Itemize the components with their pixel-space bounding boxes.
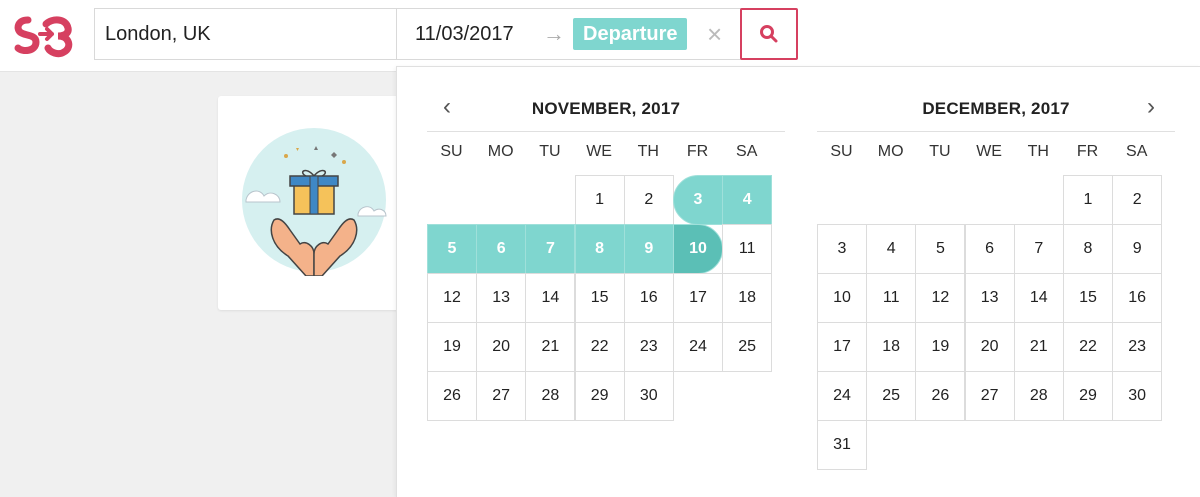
calendar-day[interactable]: 14 <box>1013 273 1064 323</box>
calendar-day[interactable]: 5 <box>427 224 477 274</box>
calendar-day[interactable]: 15 <box>1063 273 1113 323</box>
calendar-day[interactable]: 21 <box>1013 322 1064 372</box>
weekday-header: MO <box>877 143 904 160</box>
month-divider <box>427 131 785 132</box>
calendar-day[interactable]: 4 <box>722 175 773 225</box>
calendar-day[interactable]: 20 <box>476 322 527 372</box>
calendar-day[interactable]: 11 <box>722 224 773 274</box>
date-from-input[interactable]: 11/03/2017 <box>415 23 514 46</box>
calendar-day[interactable]: 22 <box>574 322 625 372</box>
calendar-day[interactable]: 7 <box>1013 224 1064 274</box>
calendar-day[interactable]: 7 <box>525 224 576 274</box>
calendar-day[interactable]: 31 <box>817 420 867 470</box>
weekday-header: FR <box>1076 143 1099 160</box>
departure-field[interactable]: Departure <box>573 18 688 50</box>
calendar-day[interactable]: 9 <box>623 224 674 274</box>
calendar-day[interactable]: 10 <box>673 224 723 274</box>
search-button[interactable] <box>740 8 798 60</box>
clear-dates-icon[interactable]: × <box>707 19 722 49</box>
calendar-day[interactable]: 1 <box>574 175 625 225</box>
calendar-day[interactable]: 13 <box>476 273 527 323</box>
field-divider <box>396 9 397 59</box>
location-input[interactable]: London, UK <box>105 23 211 46</box>
calendar-day[interactable]: 12 <box>915 273 966 323</box>
calendar-day[interactable]: 3 <box>673 175 723 225</box>
calendar-day[interactable]: 8 <box>574 224 625 274</box>
calendar-day[interactable]: 9 <box>1112 224 1163 274</box>
weekday-header: SA <box>736 143 758 160</box>
calendar-day[interactable]: 24 <box>673 322 723 372</box>
calendar-day[interactable]: 29 <box>574 371 625 421</box>
calendar-day[interactable]: 17 <box>817 322 867 372</box>
calendar-day[interactable]: 23 <box>1112 322 1163 372</box>
calendar-day[interactable]: 2 <box>623 175 674 225</box>
search-form: London, UK 11/03/2017 → Departure × <box>94 8 742 60</box>
calendar-day[interactable]: 25 <box>866 371 917 421</box>
search-icon <box>760 25 778 43</box>
calendar-day[interactable]: 15 <box>574 273 625 323</box>
calendar-day[interactable]: 14 <box>525 273 576 323</box>
month-title: DECEMBER, 2017 <box>922 99 1070 118</box>
top-bar: London, UK 11/03/2017 → Departure × <box>0 0 1200 72</box>
weekday-header: SU <box>830 143 853 160</box>
calendar-day[interactable]: 29 <box>1063 371 1113 421</box>
calendar-day[interactable]: 6 <box>476 224 527 274</box>
calendar-day[interactable]: 22 <box>1063 322 1113 372</box>
date-picker: ‹ NOVEMBER, 2017 SU MO TU WE TH FR SA 1 2 3 4 5 6 7 8 9… <box>396 66 1200 497</box>
weekday-header: TU <box>929 143 951 160</box>
calendar-day[interactable]: 11 <box>866 273 917 323</box>
calendar-day[interactable]: 18 <box>866 322 917 372</box>
calendar-day[interactable]: 16 <box>623 273 674 323</box>
calendar-day[interactable]: 26 <box>915 371 966 421</box>
calendar-day[interactable]: 18 <box>722 273 773 323</box>
calendar-day[interactable]: 2 <box>1112 175 1163 225</box>
arrow-right-icon: → <box>543 21 565 46</box>
calendar-day[interactable]: 6 <box>964 224 1015 274</box>
calendar-day[interactable]: 17 <box>673 273 723 323</box>
gift-hands-illustration <box>242 128 387 276</box>
calendar-day[interactable]: 28 <box>525 371 576 421</box>
calendar-day[interactable]: 28 <box>1013 371 1064 421</box>
calendar-day[interactable]: 19 <box>427 322 477 372</box>
weekday-header: WE <box>976 143 1002 160</box>
calendar-day[interactable]: 3 <box>817 224 867 274</box>
calendar-day[interactable]: 20 <box>964 322 1015 372</box>
calendar-day[interactable]: 5 <box>915 224 966 274</box>
calendar-day[interactable]: 26 <box>427 371 477 421</box>
weekday-header: WE <box>586 143 612 160</box>
calendar-day[interactable]: 8 <box>1063 224 1113 274</box>
calendar-day[interactable]: 1 <box>1063 175 1113 225</box>
calendar-day[interactable]: 4 <box>866 224 917 274</box>
promo-card <box>218 96 418 310</box>
calendar-day[interactable]: 10 <box>817 273 867 323</box>
calendar-day[interactable]: 12 <box>427 273 477 323</box>
calendar-day[interactable]: 30 <box>1112 371 1163 421</box>
calendar-day[interactable]: 25 <box>722 322 773 372</box>
weekday-header: SU <box>440 143 463 160</box>
calendar-day[interactable]: 27 <box>964 371 1015 421</box>
weekday-header: SA <box>1126 143 1148 160</box>
calendar-day[interactable]: 24 <box>817 371 867 421</box>
sg-logo-icon[interactable] <box>14 14 74 58</box>
weekday-header: FR <box>686 143 709 160</box>
calendar-day[interactable]: 19 <box>915 322 966 372</box>
calendar-day[interactable]: 27 <box>476 371 527 421</box>
weekday-header: TU <box>539 143 561 160</box>
month-title: NOVEMBER, 2017 <box>531 99 681 118</box>
calendar-day[interactable]: 23 <box>623 322 674 372</box>
calendar-day[interactable]: 21 <box>525 322 576 372</box>
weekday-header: MO <box>487 143 514 160</box>
weekday-header: TH <box>1027 143 1049 160</box>
weekday-header: TH <box>637 143 659 160</box>
month-divider <box>817 131 1175 132</box>
calendar-day[interactable]: 16 <box>1112 273 1163 323</box>
calendar-day[interactable]: 13 <box>964 273 1015 323</box>
calendar-day[interactable]: 30 <box>623 371 674 421</box>
